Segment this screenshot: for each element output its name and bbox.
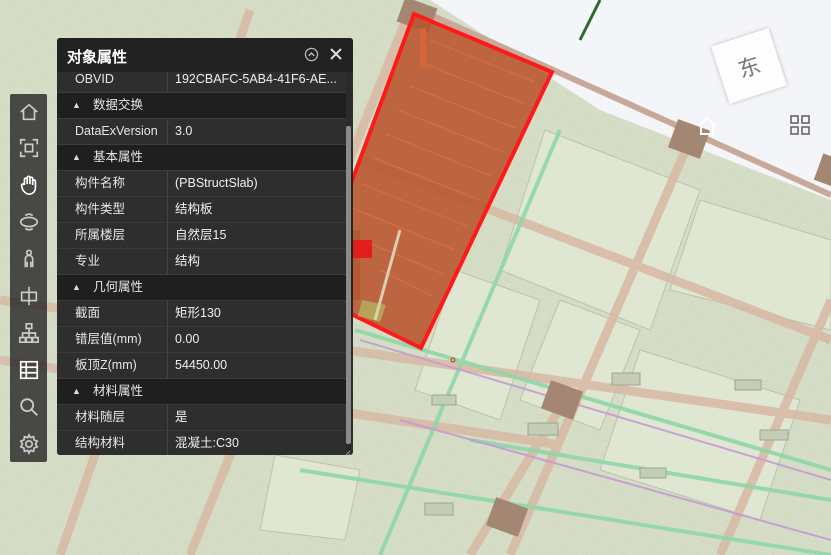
expand-triangle-icon[interactable]: ▲ xyxy=(72,379,81,404)
pan-hand-icon[interactable] xyxy=(15,171,42,198)
property-value: (PBStructSlab) xyxy=(175,176,258,190)
property-row: 专业 结构 xyxy=(57,249,346,275)
section-header[interactable]: ▲ 几何属性 xyxy=(57,275,346,301)
panel-scrollbar-thumb[interactable] xyxy=(346,126,351,444)
property-key: 截面 xyxy=(75,306,101,320)
home-view-icon[interactable] xyxy=(695,114,719,138)
expand-triangle-icon[interactable]: ▲ xyxy=(72,275,81,300)
panel-header[interactable]: 对象属性 xyxy=(57,38,353,72)
expand-triangle-icon[interactable]: ▲ xyxy=(72,93,81,118)
section-label: 基本属性 xyxy=(93,150,144,164)
section-header[interactable]: ▲ 基本属性 xyxy=(57,145,346,171)
property-value: 自然层15 xyxy=(175,228,227,242)
property-row: 截面 矩形130 xyxy=(57,301,346,327)
object-properties-panel: OBVID 192CBAFC-5AB4-41F6-AE... ▲ 数据交换 DataEx… xyxy=(57,38,353,455)
column-divider xyxy=(167,119,168,144)
property-value: 结构板 xyxy=(175,202,213,216)
property-key: 结构材料 xyxy=(75,436,126,450)
property-key: 板顶Z(mm) xyxy=(75,358,137,372)
panel-title: 对象属性 xyxy=(67,49,128,66)
section-label: 材料属性 xyxy=(93,384,144,398)
property-list-icon[interactable] xyxy=(15,356,42,383)
fit-view-icon[interactable] xyxy=(15,134,42,161)
property-row: 板顶Z(mm) 54450.00 xyxy=(57,353,346,379)
property-key: 构件类型 xyxy=(75,202,126,216)
property-value: 0.00 xyxy=(175,332,200,346)
property-row: 所属楼层 自然层15 xyxy=(57,223,346,249)
property-row: DataExVersion 3.0 xyxy=(57,119,346,145)
section-label: 数据交换 xyxy=(93,98,144,112)
property-value: 54450.00 xyxy=(175,358,228,372)
search-icon[interactable] xyxy=(15,393,42,420)
model-tree-icon[interactable] xyxy=(15,319,42,346)
property-row: 构件名称 (PBStructSlab) xyxy=(57,171,346,197)
column-divider xyxy=(167,327,168,352)
compass-direction-label: 东 xyxy=(735,53,765,84)
property-rows: OBVID 192CBAFC-5AB4-41F6-AE... ▲ 数据交换 DataEx… xyxy=(57,67,346,455)
property-value: 混凝土:C30 xyxy=(175,436,239,450)
property-row: 材料随层 是 xyxy=(57,405,346,431)
walk-person-icon[interactable] xyxy=(15,245,42,272)
property-value: 矩形130 xyxy=(175,306,221,320)
property-value: 3.0 xyxy=(175,124,193,138)
column-divider xyxy=(167,405,168,430)
grid-layout-icon[interactable] xyxy=(789,114,811,136)
property-key: DataExVersion xyxy=(75,124,158,138)
section-label: 几何属性 xyxy=(93,280,144,294)
left-toolbar xyxy=(10,94,47,462)
property-key: 错层值(mm) xyxy=(75,332,142,346)
home-icon[interactable] xyxy=(15,98,42,125)
property-row: 结构材料 混凝土:C30 xyxy=(57,431,346,455)
panel-resize-grip[interactable] xyxy=(343,445,351,455)
column-divider xyxy=(167,171,168,196)
property-row: 错层值(mm) 0.00 xyxy=(57,327,346,353)
column-divider xyxy=(167,301,168,326)
property-value: 结构 xyxy=(175,254,201,268)
property-key: 专业 xyxy=(75,254,101,268)
property-value: 是 xyxy=(175,410,188,424)
section-header[interactable]: ▲ 材料属性 xyxy=(57,379,346,405)
section-header[interactable]: ▲ 数据交换 xyxy=(57,93,346,119)
close-icon[interactable] xyxy=(328,46,344,62)
orbit-icon[interactable] xyxy=(15,208,42,235)
section-cut-icon[interactable] xyxy=(15,282,42,309)
column-divider xyxy=(167,431,168,455)
property-row: 构件类型 结构板 xyxy=(57,197,346,223)
column-divider xyxy=(167,249,168,274)
column-divider xyxy=(167,197,168,222)
property-key: 材料随层 xyxy=(75,410,126,424)
property-key: 所属楼层 xyxy=(75,228,126,242)
column-divider xyxy=(167,223,168,248)
settings-gear-icon[interactable] xyxy=(15,430,42,457)
collapse-chevron-icon[interactable] xyxy=(304,47,319,62)
column-divider xyxy=(167,353,168,378)
expand-triangle-icon[interactable]: ▲ xyxy=(72,145,81,170)
property-key: 构件名称 xyxy=(75,176,126,190)
